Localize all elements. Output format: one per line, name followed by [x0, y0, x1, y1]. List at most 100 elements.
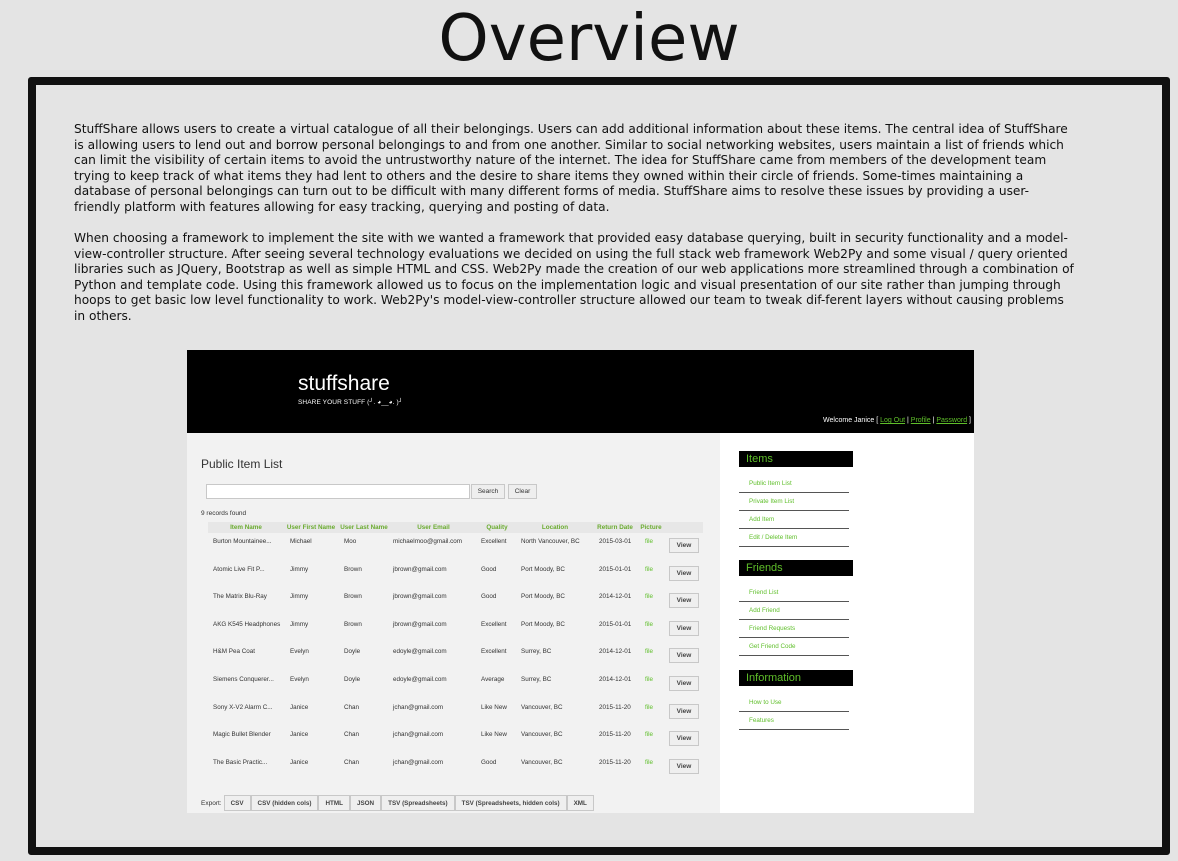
picture-link[interactable]: file — [637, 699, 665, 727]
column-header[interactable]: Quality — [477, 522, 517, 533]
welcome-separator: | — [932, 417, 935, 424]
picture-link[interactable]: file — [637, 754, 665, 782]
clear-button[interactable]: Clear — [508, 484, 537, 499]
item-name-cell: Siemens Conquerer... — [213, 675, 274, 683]
email-cell: edoyle@gmail.com — [393, 648, 447, 656]
paragraph-framework: When choosing a framework to implement t… — [74, 231, 1074, 323]
location-cell: Surrey, BC — [521, 648, 552, 656]
first-name-cell: Evelyn — [290, 648, 309, 656]
view-button[interactable]: View — [669, 538, 699, 553]
view-button[interactable]: View — [669, 758, 699, 774]
export-button[interactable]: TSV (Spreadsheets, hidden cols) — [454, 795, 567, 811]
view-cell: View — [665, 561, 703, 589]
search-input[interactable] — [206, 484, 470, 499]
column-header[interactable]: User Last Name — [338, 522, 390, 533]
picture-link[interactable]: file — [637, 588, 665, 616]
column-header[interactable]: Return Date — [593, 522, 637, 533]
email-cell: jbrown@gmail.com — [393, 565, 447, 573]
location-cell: Port Moody, BC — [521, 593, 565, 601]
column-header[interactable]: User Email — [390, 522, 477, 533]
sidebar-link[interactable]: Features — [739, 712, 849, 730]
sidebar-link[interactable]: Private Item List — [739, 493, 849, 511]
app-screenshot: stuffshare SHARE YOUR STUFF (╯. ◕__◕. )╯… — [187, 350, 974, 813]
sidebar-link[interactable]: Add Friend — [739, 602, 849, 620]
location-cell: Vancouver, BC — [521, 731, 563, 739]
last-name-cell: Doyle — [344, 648, 361, 656]
first-name-cell: Janice — [290, 731, 309, 739]
email-cell: jbrown@gmail.com — [393, 620, 447, 628]
location-cell: Vancouver, BC — [521, 703, 563, 711]
app-logo[interactable]: stuffshare — [298, 372, 390, 396]
item-name-cell: H&M Pea Coat — [213, 648, 255, 656]
view-button[interactable]: View — [669, 565, 699, 581]
quality-cell: Like New — [481, 703, 507, 711]
quality-cell: Excellent — [481, 648, 507, 656]
quality-cell: Like New — [481, 731, 507, 739]
table-row: Magic Bullet Blender Janice Chan jchan@gmai… — [208, 726, 703, 754]
column-header[interactable]: Item Name — [208, 522, 284, 533]
view-button[interactable]: View — [669, 731, 699, 747]
column-header-actions — [665, 522, 703, 533]
return-date-cell: 2014-12-01 — [599, 675, 632, 683]
sidebar-link[interactable]: Get Friend Code — [739, 638, 849, 656]
view-button[interactable]: View — [669, 675, 699, 691]
export-button[interactable]: CSV (hidden cols) — [250, 795, 319, 811]
sidebar-link[interactable]: Friend List — [739, 584, 849, 602]
item-name-cell: Atomic Live Fit P... — [213, 565, 265, 573]
quality-cell: Good — [481, 593, 497, 601]
last-name-cell: Brown — [344, 620, 362, 628]
picture-link[interactable]: file — [637, 643, 665, 671]
email-cell: michaelmoo@gmail.com — [393, 538, 463, 545]
column-header[interactable]: Picture — [637, 522, 665, 533]
search-button[interactable]: Search — [471, 484, 505, 499]
picture-link[interactable]: file — [637, 561, 665, 589]
view-cell: View — [665, 754, 703, 782]
export-button[interactable]: HTML — [318, 795, 350, 811]
first-name-cell: Jimmy — [290, 620, 309, 628]
return-date-cell: 2014-12-01 — [599, 648, 632, 656]
items-table: Item Name User First Name User Last Name… — [208, 522, 703, 781]
export-button[interactable]: XML — [566, 795, 594, 811]
export-button[interactable]: TSV (Spreadsheets) — [381, 795, 455, 811]
email-cell: jchan@gmail.com — [393, 731, 444, 739]
picture-link[interactable]: file — [637, 671, 665, 699]
app-tagline: SHARE YOUR STUFF (╯. ◕__◕. )╯ — [298, 399, 403, 406]
picture-link[interactable]: file — [637, 726, 665, 754]
sidebar-link[interactable]: Friend Requests — [739, 620, 849, 638]
sidebar-link[interactable]: Public Item List — [739, 475, 849, 493]
view-button[interactable]: View — [669, 593, 699, 609]
sidebar-link[interactable]: How to Use — [739, 694, 849, 712]
picture-link[interactable]: file — [637, 533, 665, 561]
location-cell: Port Moody, BC — [521, 565, 565, 573]
picture-link[interactable]: file — [637, 616, 665, 644]
quality-cell: Good — [481, 565, 497, 573]
view-cell: View — [665, 616, 703, 644]
profile-link[interactable]: Profile — [911, 417, 931, 424]
email-cell: jbrown@gmail.com — [393, 593, 447, 601]
quality-cell: Good — [481, 758, 497, 766]
view-cell: View — [665, 726, 703, 754]
first-name-cell: Evelyn — [290, 675, 309, 683]
app-header: stuffshare SHARE YOUR STUFF (╯. ◕__◕. )╯… — [187, 350, 974, 433]
view-button[interactable]: View — [669, 620, 699, 636]
view-cell: View — [665, 699, 703, 727]
view-cell: View — [665, 671, 703, 699]
sidebar-link[interactable]: Edit / Delete Item — [739, 529, 849, 547]
view-button[interactable]: View — [669, 703, 699, 719]
last-name-cell: Brown — [344, 565, 362, 573]
export-button[interactable]: JSON — [349, 795, 382, 811]
table-row: Siemens Conquerer... Evelyn Doyle edoyle@gm… — [208, 671, 703, 699]
logout-link[interactable]: Log Out — [880, 417, 905, 424]
view-button[interactable]: View — [669, 648, 699, 664]
last-name-cell: Moo — [344, 538, 357, 545]
column-header[interactable]: User First Name — [284, 522, 338, 533]
password-link[interactable]: Password — [936, 417, 967, 424]
location-cell: Surrey, BC — [521, 675, 552, 683]
welcome-separator: | — [907, 417, 909, 424]
export-button[interactable]: CSV — [223, 795, 251, 811]
sidebar-link[interactable]: Add Item — [739, 511, 849, 529]
last-name-cell: Brown — [344, 593, 362, 601]
column-header[interactable]: Location — [517, 522, 593, 533]
table-row: The Matrix Blu-Ray Jimmy Brown jbrown@gmail… — [208, 588, 703, 616]
table-row: Burton Mountainee... Michael Moo michaelmoo… — [208, 533, 703, 561]
